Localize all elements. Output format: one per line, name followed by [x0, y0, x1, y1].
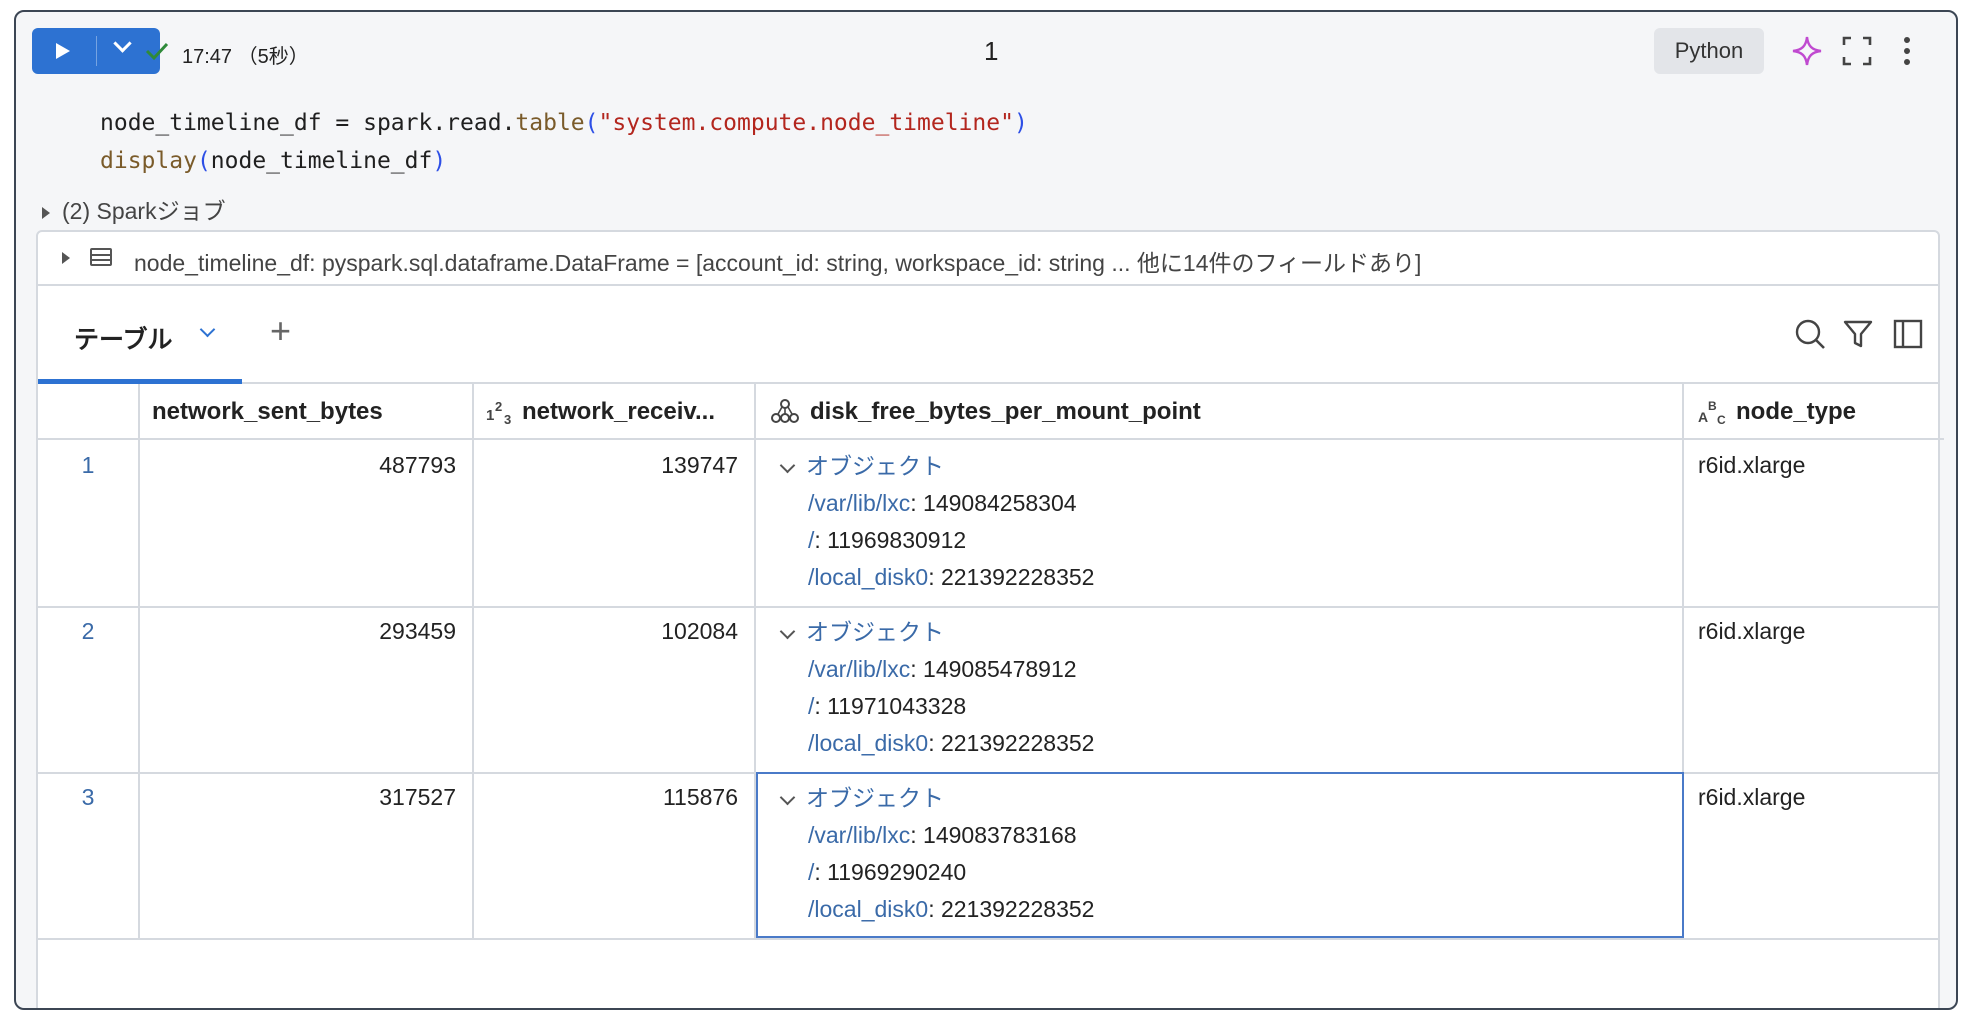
fullscreen-icon[interactable]: [1838, 32, 1876, 70]
cell-toolbar: 17:47 （5秒） 1 Python: [32, 28, 1940, 74]
mount-point-value: : 149085478912: [910, 656, 1077, 682]
column-header-network-received[interactable]: 1 2 3 network_receiv...: [474, 384, 756, 440]
cell-network-received[interactable]: 115876: [474, 772, 756, 938]
cell-network-sent-bytes[interactable]: 487793: [140, 440, 474, 606]
code-token: (: [196, 148, 211, 174]
expand-triangle-icon[interactable]: [62, 252, 70, 264]
column-header-label: network_sent_bytes: [152, 398, 383, 425]
cell-disk-free-bytes-selected[interactable]: オブジェクト /var/lib/lxc: 149083783168 /: 119…: [756, 772, 1684, 938]
sidebar-panel-icon[interactable]: [1890, 316, 1926, 352]
table-icon: [90, 248, 112, 266]
svg-text:B: B: [1708, 399, 1717, 413]
mount-point-key: /var/lib/lxc: [808, 656, 911, 682]
svg-text:3: 3: [504, 412, 511, 426]
expand-triangle-icon[interactable]: [42, 206, 50, 219]
cell-node-type[interactable]: r6id.xlarge: [1684, 772, 1944, 938]
mount-point-value: : 221392228352: [928, 564, 1095, 590]
language-badge[interactable]: Python: [1654, 28, 1764, 74]
run-status-time: 17:47 （5秒）: [182, 46, 309, 68]
search-icon[interactable]: [1792, 316, 1828, 352]
object-toggle-label[interactable]: オブジェクト: [806, 453, 944, 479]
assistant-sparkle-icon[interactable]: [1788, 32, 1826, 70]
run-cell-button[interactable]: [32, 28, 160, 74]
output-panel: node_timeline_df: pyspark.sql.dataframe.…: [36, 230, 1944, 1008]
mount-point-value: : 11969290240: [814, 859, 967, 885]
notebook-cell: 17:47 （5秒） 1 Python node_timeline_df = s…: [14, 10, 1958, 1010]
svg-text:2: 2: [495, 400, 502, 414]
column-header-label: disk_free_bytes_per_mount_point: [810, 398, 1201, 425]
code-line-1: node_timeline_df = spark.read.table("sys…: [100, 110, 1028, 136]
mount-point-value: : 11969830912: [814, 527, 967, 553]
divider: [96, 36, 97, 66]
string-type-icon: A B C: [1698, 399, 1726, 426]
svg-text:1: 1: [486, 407, 494, 424]
schema-row[interactable]: node_timeline_df: pyspark.sql.dataframe.…: [38, 232, 1938, 286]
code-token: (: [584, 110, 599, 136]
struct-type-icon: [771, 399, 799, 423]
mount-point-value: : 149083783168: [910, 822, 1077, 848]
cell-network-sent-bytes[interactable]: 293459: [140, 606, 474, 772]
filter-icon[interactable]: [1840, 316, 1876, 352]
row-number: 2: [38, 606, 140, 772]
add-tab-button[interactable]: +: [270, 310, 291, 352]
code-token: "system.compute.node_timeline": [598, 110, 1014, 136]
tab-table[interactable]: テーブル: [38, 286, 242, 384]
code-token: display: [100, 148, 197, 174]
table-row[interactable]: 2 293459 102084 オブジェクト /var/lib/lxc: 149…: [38, 606, 1938, 774]
cell-node-type[interactable]: r6id.xlarge: [1684, 440, 1944, 606]
cell-node-type[interactable]: r6id.xlarge: [1684, 606, 1944, 772]
integer-type-icon: 1 2 3: [486, 400, 511, 426]
cell-network-sent-bytes[interactable]: 317527: [140, 772, 474, 938]
mount-point-key: /var/lib/lxc: [808, 490, 911, 516]
mount-point-value: : 149084258304: [910, 490, 1077, 516]
chevron-down-icon[interactable]: [779, 457, 796, 474]
column-header-label: node_type: [1736, 398, 1857, 425]
row-number: 3: [38, 772, 140, 938]
spark-jobs-toggle[interactable]: (2) Sparkジョブ: [42, 192, 226, 226]
code-editor[interactable]: node_timeline_df = spark.read.table("sys…: [100, 104, 1028, 180]
chevron-down-icon[interactable]: [779, 623, 796, 640]
cell-disk-free-bytes[interactable]: オブジェクト /var/lib/lxc: 149085478912 /: 119…: [756, 606, 1684, 772]
cell-network-received[interactable]: 139747: [474, 440, 756, 606]
svg-text:C: C: [1717, 413, 1726, 426]
cell-number: 1: [984, 36, 999, 66]
object-toggle-label[interactable]: オブジェクト: [806, 619, 944, 645]
code-token: node_timeline_df = spark.read.: [100, 110, 516, 136]
column-header-label: network_receiv...: [522, 398, 715, 425]
cell-disk-free-bytes[interactable]: オブジェクト /var/lib/lxc: 149084258304 /: 119…: [756, 440, 1684, 606]
mount-point-key: /local_disk0: [808, 896, 929, 922]
code-token: node_timeline_df: [210, 148, 433, 174]
tab-table-label: テーブル: [74, 326, 173, 354]
mount-point-key: /local_disk0: [808, 564, 929, 590]
object-toggle-label[interactable]: オブジェクト: [806, 785, 944, 811]
spark-jobs-label: (2) Sparkジョブ: [62, 198, 226, 224]
column-header-disk-free-bytes[interactable]: disk_free_bytes_per_mount_point: [756, 384, 1684, 440]
cell-network-received[interactable]: 102084: [474, 606, 756, 772]
mount-point-key: /local_disk0: [808, 730, 929, 756]
chevron-down-icon[interactable]: [199, 321, 216, 338]
mount-point-key: /var/lib/lxc: [808, 822, 911, 848]
row-number-header: [38, 384, 140, 440]
mount-point-value: : 11971043328: [814, 693, 967, 719]
column-header-node-type[interactable]: A B C node_type: [1684, 384, 1944, 440]
code-token: table: [515, 110, 585, 136]
chevron-down-icon[interactable]: [113, 34, 132, 53]
result-tabs: テーブル +: [38, 286, 1938, 384]
code-token: ): [1013, 110, 1028, 136]
check-icon: [145, 42, 169, 61]
mount-point-value: : 221392228352: [928, 896, 1095, 922]
table-row[interactable]: 1 487793 139747 オブジェクト /var/lib/lxc: 149…: [38, 440, 1938, 608]
svg-text:A: A: [1698, 409, 1708, 425]
schema-text: node_timeline_df: pyspark.sql.dataframe.…: [134, 250, 1422, 276]
play-icon[interactable]: [56, 43, 70, 59]
row-number: 1: [38, 440, 140, 606]
table-row[interactable]: 3 317527 115876 オブジェクト /var/lib/lxc: 149…: [38, 772, 1938, 940]
chevron-down-icon[interactable]: [779, 789, 796, 806]
code-line-2: display(node_timeline_df): [100, 148, 446, 174]
column-header-network-sent-bytes[interactable]: network_sent_bytes: [140, 384, 474, 440]
code-token: ): [432, 148, 447, 174]
mount-point-value: : 221392228352: [928, 730, 1095, 756]
more-options-icon[interactable]: [1888, 32, 1926, 70]
